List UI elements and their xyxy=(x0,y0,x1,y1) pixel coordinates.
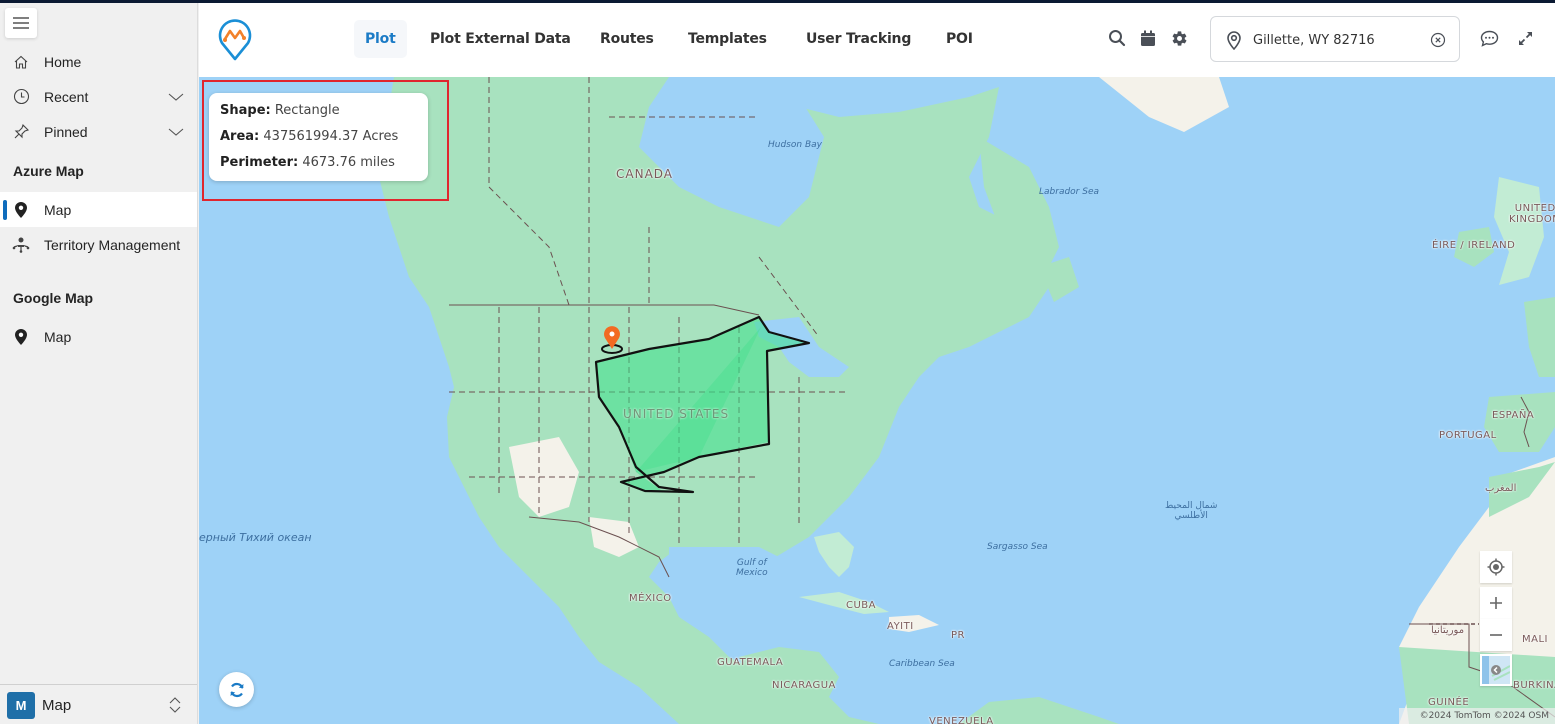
shape-label: Shape: xyxy=(220,103,271,118)
area-row: Area: 437561994.37 Acres xyxy=(220,129,398,144)
clock-icon xyxy=(12,88,30,106)
sidebar-item-recent[interactable]: Recent xyxy=(0,79,197,114)
landmass-south-america xyxy=(959,697,1119,724)
expand-icon xyxy=(1518,31,1532,45)
tab-poi[interactable]: POI xyxy=(935,20,984,58)
chat-button[interactable] xyxy=(1479,28,1499,48)
locate-icon xyxy=(1487,558,1505,576)
section-title-azure-map: Azure Map xyxy=(13,163,84,179)
zoom-in-icon xyxy=(1490,597,1502,609)
territory-icon xyxy=(12,236,30,254)
hamburger-icon xyxy=(13,17,29,29)
shape-value: Rectangle xyxy=(274,103,340,118)
sidebar-item-google-map[interactable]: Map xyxy=(0,319,197,354)
app-logo-icon[interactable] xyxy=(217,19,253,61)
sidebar-item-label: Home xyxy=(44,53,82,70)
sidebar-item-label: Pinned xyxy=(44,123,88,140)
gear-icon xyxy=(1172,30,1186,46)
map-style-button[interactable] xyxy=(1480,654,1512,686)
perimeter-row: Perimeter: 4673.76 miles xyxy=(220,155,395,170)
sidebar-item-label: Recent xyxy=(44,88,89,105)
shape-info-card: Shape: Rectangle Area: 437561994.37 Acre… xyxy=(209,93,428,181)
water-gulf-of-mexico xyxy=(669,547,819,622)
fullscreen-button[interactable] xyxy=(1515,28,1535,48)
sidebar-item-home[interactable]: Home xyxy=(0,44,197,79)
map-attribution: ©2024 TomTom ©2024 OSM xyxy=(1399,708,1555,724)
map-canvas[interactable]: CANADA UNITED STATES MÉXICO CUBA AYITI P… xyxy=(199,77,1555,724)
perimeter-value: 4673.76 miles xyxy=(302,155,395,170)
app-name: Map xyxy=(42,697,72,714)
zoom-out-button[interactable] xyxy=(1480,619,1512,651)
location-pin-icon xyxy=(1227,31,1241,50)
search-button[interactable] xyxy=(1107,28,1127,48)
landmass-florida xyxy=(814,532,854,577)
window-top-border xyxy=(0,0,1555,3)
zoom-in-button[interactable] xyxy=(1480,587,1512,619)
map-style-icon xyxy=(1482,656,1510,684)
chat-icon xyxy=(1480,30,1498,47)
chevron-up-down-icon[interactable] xyxy=(168,696,182,714)
refresh-button[interactable] xyxy=(219,672,254,707)
top-header: Plot Plot External Data Routes Templates… xyxy=(199,3,1555,77)
sidebar-item-pinned[interactable]: Pinned xyxy=(0,114,197,149)
landmass-hispaniola xyxy=(889,615,939,632)
tab-user-tracking[interactable]: User Tracking xyxy=(795,20,922,58)
settings-button[interactable] xyxy=(1169,28,1189,48)
tab-plot-external-data[interactable]: Plot External Data xyxy=(419,20,582,58)
chevron-down-icon[interactable] xyxy=(167,88,185,106)
app-switcher[interactable]: M Map xyxy=(0,684,197,724)
home-icon xyxy=(12,53,30,71)
sidebar: Home Recent Pinned Azure Map Map Territo… xyxy=(0,0,198,724)
marker-pin-dot xyxy=(609,331,615,337)
refresh-icon xyxy=(229,682,244,697)
perimeter-label: Perimeter: xyxy=(220,155,299,170)
landmass-ireland xyxy=(1454,227,1494,267)
sidebar-item-label: Territory Management xyxy=(44,236,181,253)
map-marker-icon xyxy=(12,328,30,346)
calendar-icon xyxy=(1141,30,1155,46)
search-icon xyxy=(1109,30,1126,47)
sidebar-item-label: Map xyxy=(44,201,72,218)
sidebar-item-territory-management[interactable]: Territory Management xyxy=(0,227,197,262)
calendar-button[interactable] xyxy=(1138,28,1158,48)
landmass-great-britain xyxy=(1494,177,1544,285)
tab-plot[interactable]: Plot xyxy=(354,20,407,58)
zoom-out-icon xyxy=(1490,634,1502,636)
landmass-iberia xyxy=(1484,392,1555,452)
landmass-france xyxy=(1524,297,1555,377)
area-label: Area: xyxy=(220,129,260,144)
chevron-down-icon[interactable] xyxy=(167,123,185,141)
shape-row: Shape: Rectangle xyxy=(220,103,340,118)
hamburger-menu-button[interactable] xyxy=(5,8,37,38)
pin-icon xyxy=(12,123,30,141)
area-value: 437561994.37 Acres xyxy=(263,129,399,144)
location-search-box xyxy=(1210,16,1460,62)
landmass-greenland xyxy=(1099,77,1229,132)
map-marker-icon xyxy=(12,201,30,219)
section-title-google-map: Google Map xyxy=(13,290,94,306)
sidebar-item-azure-map[interactable]: Map xyxy=(0,192,197,227)
location-search-input[interactable] xyxy=(1253,28,1423,52)
tab-templates[interactable]: Templates xyxy=(677,20,778,58)
locate-me-button[interactable] xyxy=(1480,551,1512,583)
sidebar-item-label: Map xyxy=(44,328,72,345)
app-badge: M xyxy=(7,692,35,719)
clear-search-icon[interactable] xyxy=(1430,32,1446,48)
tab-routes[interactable]: Routes xyxy=(589,20,665,58)
